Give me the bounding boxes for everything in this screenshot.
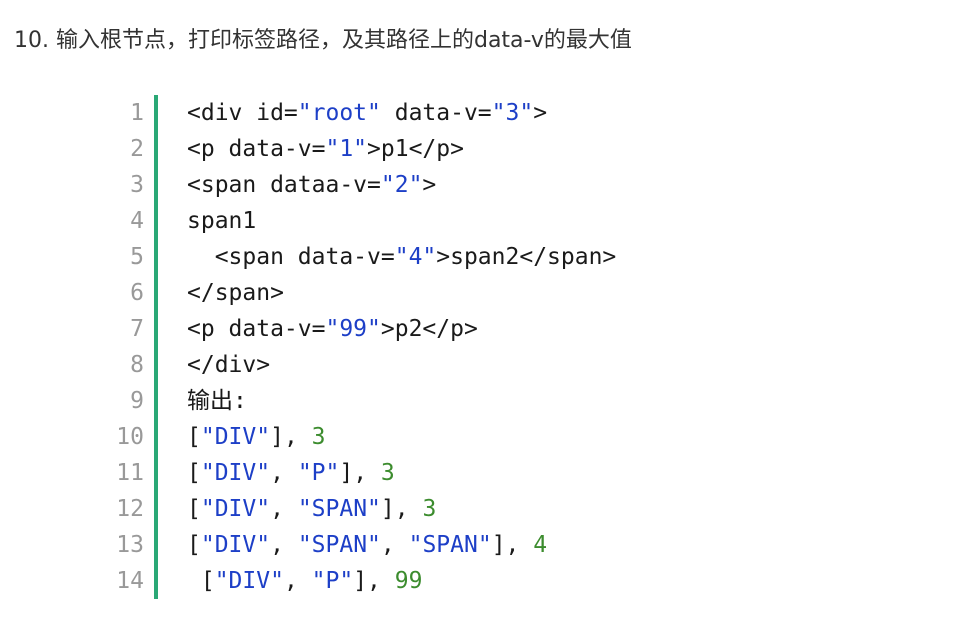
code-line: ["DIV", "SPAN"], 3: [187, 491, 616, 527]
string-token: "DIV": [200, 424, 271, 450]
line-number: 5: [130, 244, 144, 270]
number-token: 3: [380, 460, 395, 486]
code-line: ["DIV"], 3: [187, 419, 616, 455]
code-token: data-v=: [380, 100, 492, 126]
line-number: 11: [116, 460, 144, 486]
code-token: [: [187, 424, 201, 450]
number-token: 99: [394, 568, 423, 594]
string-token: "2": [380, 172, 423, 198]
code-token: ,: [283, 568, 312, 594]
string-token: "root": [297, 100, 381, 126]
string-token: "4": [394, 244, 437, 270]
code-line: <span data-v="4">span2</span>: [187, 239, 617, 275]
code-line: </span>: [187, 275, 616, 311]
string-token: "DIV": [200, 532, 271, 558]
string-token: "P": [311, 568, 354, 594]
code-token: </span>: [187, 280, 284, 306]
string-token: "99": [325, 316, 381, 342]
string-token: "SPAN": [297, 496, 381, 522]
code-line: span1: [187, 203, 616, 239]
number-token: 4: [533, 532, 548, 558]
string-token: "DIV": [214, 568, 284, 594]
line-number: 10: [116, 424, 144, 450]
code-line: <span dataa-v="2">: [187, 167, 616, 203]
string-token: "DIV": [200, 496, 271, 522]
code-token: ],: [353, 568, 395, 594]
code-token: [: [187, 532, 201, 558]
string-token: "SPAN": [297, 532, 381, 558]
line-number: 12: [116, 496, 144, 522]
code-line: ["DIV", "SPAN", "SPAN"], 4: [187, 527, 616, 563]
code-token: <p data-v=: [187, 136, 326, 162]
code-line: <div id="root" data-v="3">: [187, 95, 616, 131]
line-number: 4: [130, 208, 144, 234]
number-token: 3: [422, 496, 437, 522]
code-token: <p data-v=: [187, 316, 326, 342]
string-token: "SPAN": [408, 532, 492, 558]
code-token: ,: [270, 532, 298, 558]
code-token: <span data-v=: [187, 244, 395, 270]
string-token: "1": [325, 136, 368, 162]
line-number: 2: [130, 136, 144, 162]
line-number: 7: [130, 316, 144, 342]
code-line: </div>: [187, 347, 616, 383]
code-token: ],: [380, 496, 423, 522]
code-token: >p2</p>: [380, 316, 478, 342]
code-token: >p1</p>: [367, 136, 464, 162]
code-token: [: [187, 460, 201, 486]
line-number: 13: [116, 532, 144, 558]
code-token: 输出:: [187, 388, 247, 414]
code-token: ,: [380, 532, 409, 558]
line-number: 8: [130, 352, 144, 378]
line-number: 1: [130, 100, 144, 126]
string-token: "3": [491, 100, 534, 126]
code-token: ,: [270, 460, 298, 486]
string-token: "DIV": [200, 460, 271, 486]
code-line: ["DIV", "P"], 99: [187, 563, 616, 599]
code-line: 输出:: [187, 383, 616, 419]
code-token: span1: [187, 208, 257, 234]
code-block-border: [154, 95, 158, 599]
code-token: <div id=: [187, 100, 298, 126]
section-heading: 10. 输入根节点，打印标签路径，及其路径上的data-v的最大值: [14, 28, 632, 53]
code-line: <p data-v="99">p2</p>: [187, 311, 616, 347]
code-content: <div id="root" data-v="3"> <p data-v="1">…: [187, 95, 616, 599]
code-line: <p data-v="1">p1</p>: [187, 131, 616, 167]
code-token: ,: [270, 496, 298, 522]
code-token: </div>: [187, 352, 271, 378]
code-token: ],: [270, 424, 312, 450]
code-token: [: [187, 568, 215, 594]
code-line: ["DIV", "P"], 3: [187, 455, 616, 491]
line-number: 14: [116, 568, 144, 594]
code-block: 1 2 3 4 5 6 7 8 9 10 11 12 13 14 <div id="root" data-…: [110, 95, 870, 605]
code-token: ],: [339, 460, 381, 486]
code-token: ],: [491, 532, 534, 558]
line-number: 6: [130, 280, 144, 306]
line-number: 9: [130, 388, 144, 414]
code-token: <span dataa-v=: [187, 172, 381, 198]
code-token: >: [533, 100, 548, 126]
code-token: >: [422, 172, 437, 198]
code-token: >span2</span>: [436, 244, 617, 270]
line-number: 3: [130, 172, 144, 198]
code-token: [: [187, 496, 201, 522]
string-token: "P": [297, 460, 340, 486]
number-token: 3: [311, 424, 326, 450]
line-number-gutter: 1 2 3 4 5 6 7 8 9 10 11 12 13 14: [110, 95, 144, 599]
